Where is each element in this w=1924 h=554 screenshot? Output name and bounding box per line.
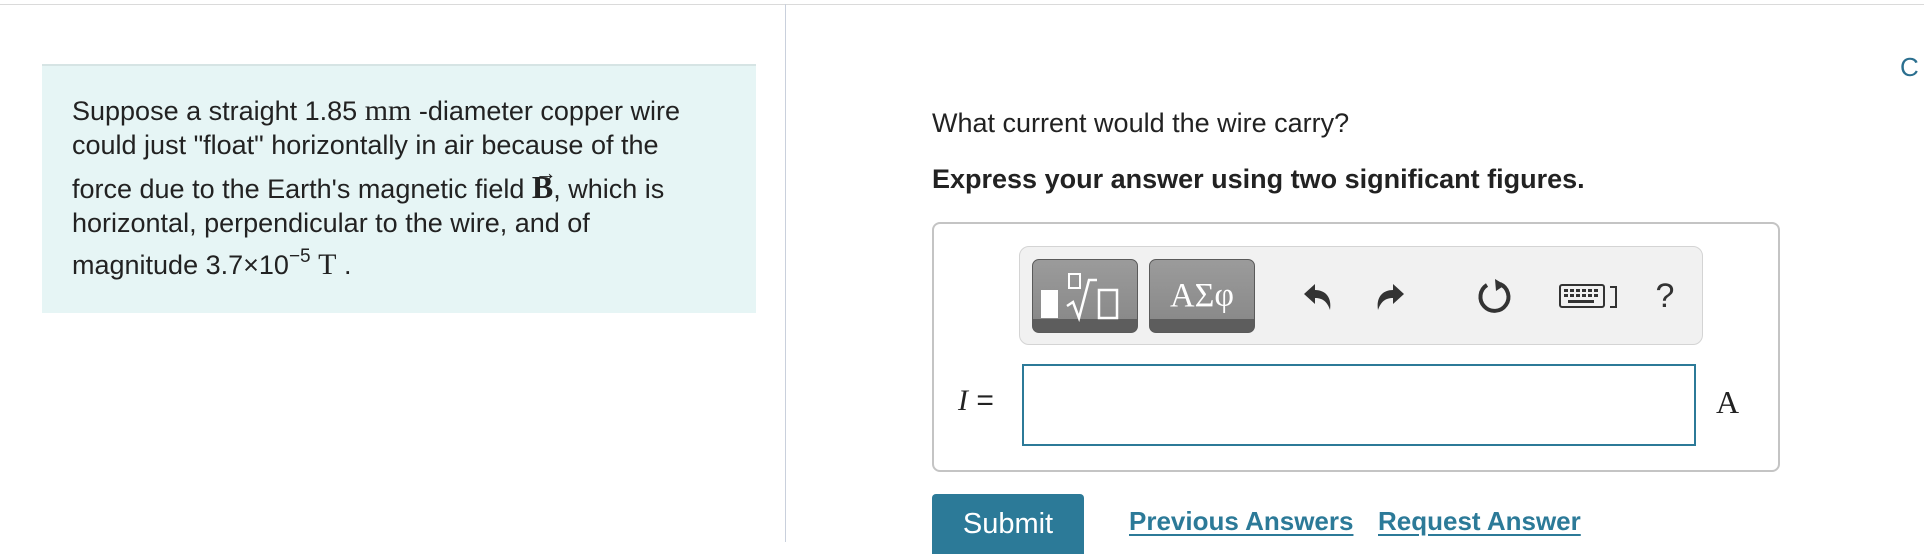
redo-button[interactable] [1370,273,1410,319]
request-answer-link[interactable]: Request Answer [1378,506,1581,537]
keyboard-button[interactable] [1555,273,1625,319]
answer-unit: A [1716,384,1740,420]
vector-arrow: → [534,160,557,185]
help-button[interactable]: ? [1648,273,1682,319]
symbols-label: ΑΣφ [1170,277,1234,314]
problem-line-4: horizontal, perpendicular to the wire, a… [72,208,590,238]
tesla-unit: T [318,248,337,281]
undo-button[interactable] [1298,273,1338,319]
problem-line-3: force due to the Earth's magnetic field … [72,160,726,206]
problem-line-2: could just "float" horizontally in air b… [72,130,659,160]
problem-statement: Suppose a straight 1.85 mm -diameter cop… [42,64,756,313]
answer-instruction: Express your answer using two significan… [932,164,1585,194]
templates-icon [1041,273,1119,322]
diameter-unit: mm [364,94,412,127]
exponent: −5 [288,246,311,267]
reset-button[interactable] [1472,273,1518,319]
keyboard-icon [1559,284,1617,308]
magnetic-field-vector: → B [532,160,557,204]
reset-icon [1478,279,1511,313]
answer-variable-label: I = [958,384,994,417]
problem-line-5: magnitude 3.7×10−5 T . [72,246,352,281]
problem-line-1: Suppose a straight 1.85 mm -diameter cop… [72,94,680,127]
help-icon: ? [1655,276,1675,315]
column-divider [785,4,786,542]
symbols-button[interactable]: ΑΣφ [1149,259,1255,333]
undo-icon [1304,284,1331,310]
redo-icon [1377,284,1404,310]
templates-button[interactable] [1032,259,1138,333]
corner-text: C [1900,52,1919,82]
top-divider [0,4,1924,5]
math-toolbar: ΑΣφ ? [1019,246,1703,345]
answer-input[interactable] [1022,364,1696,446]
submit-button[interactable]: Submit [932,494,1084,554]
question-prompt: What current would the wire carry? [932,108,1350,138]
previous-answers-link[interactable]: Previous Answers [1129,506,1353,537]
